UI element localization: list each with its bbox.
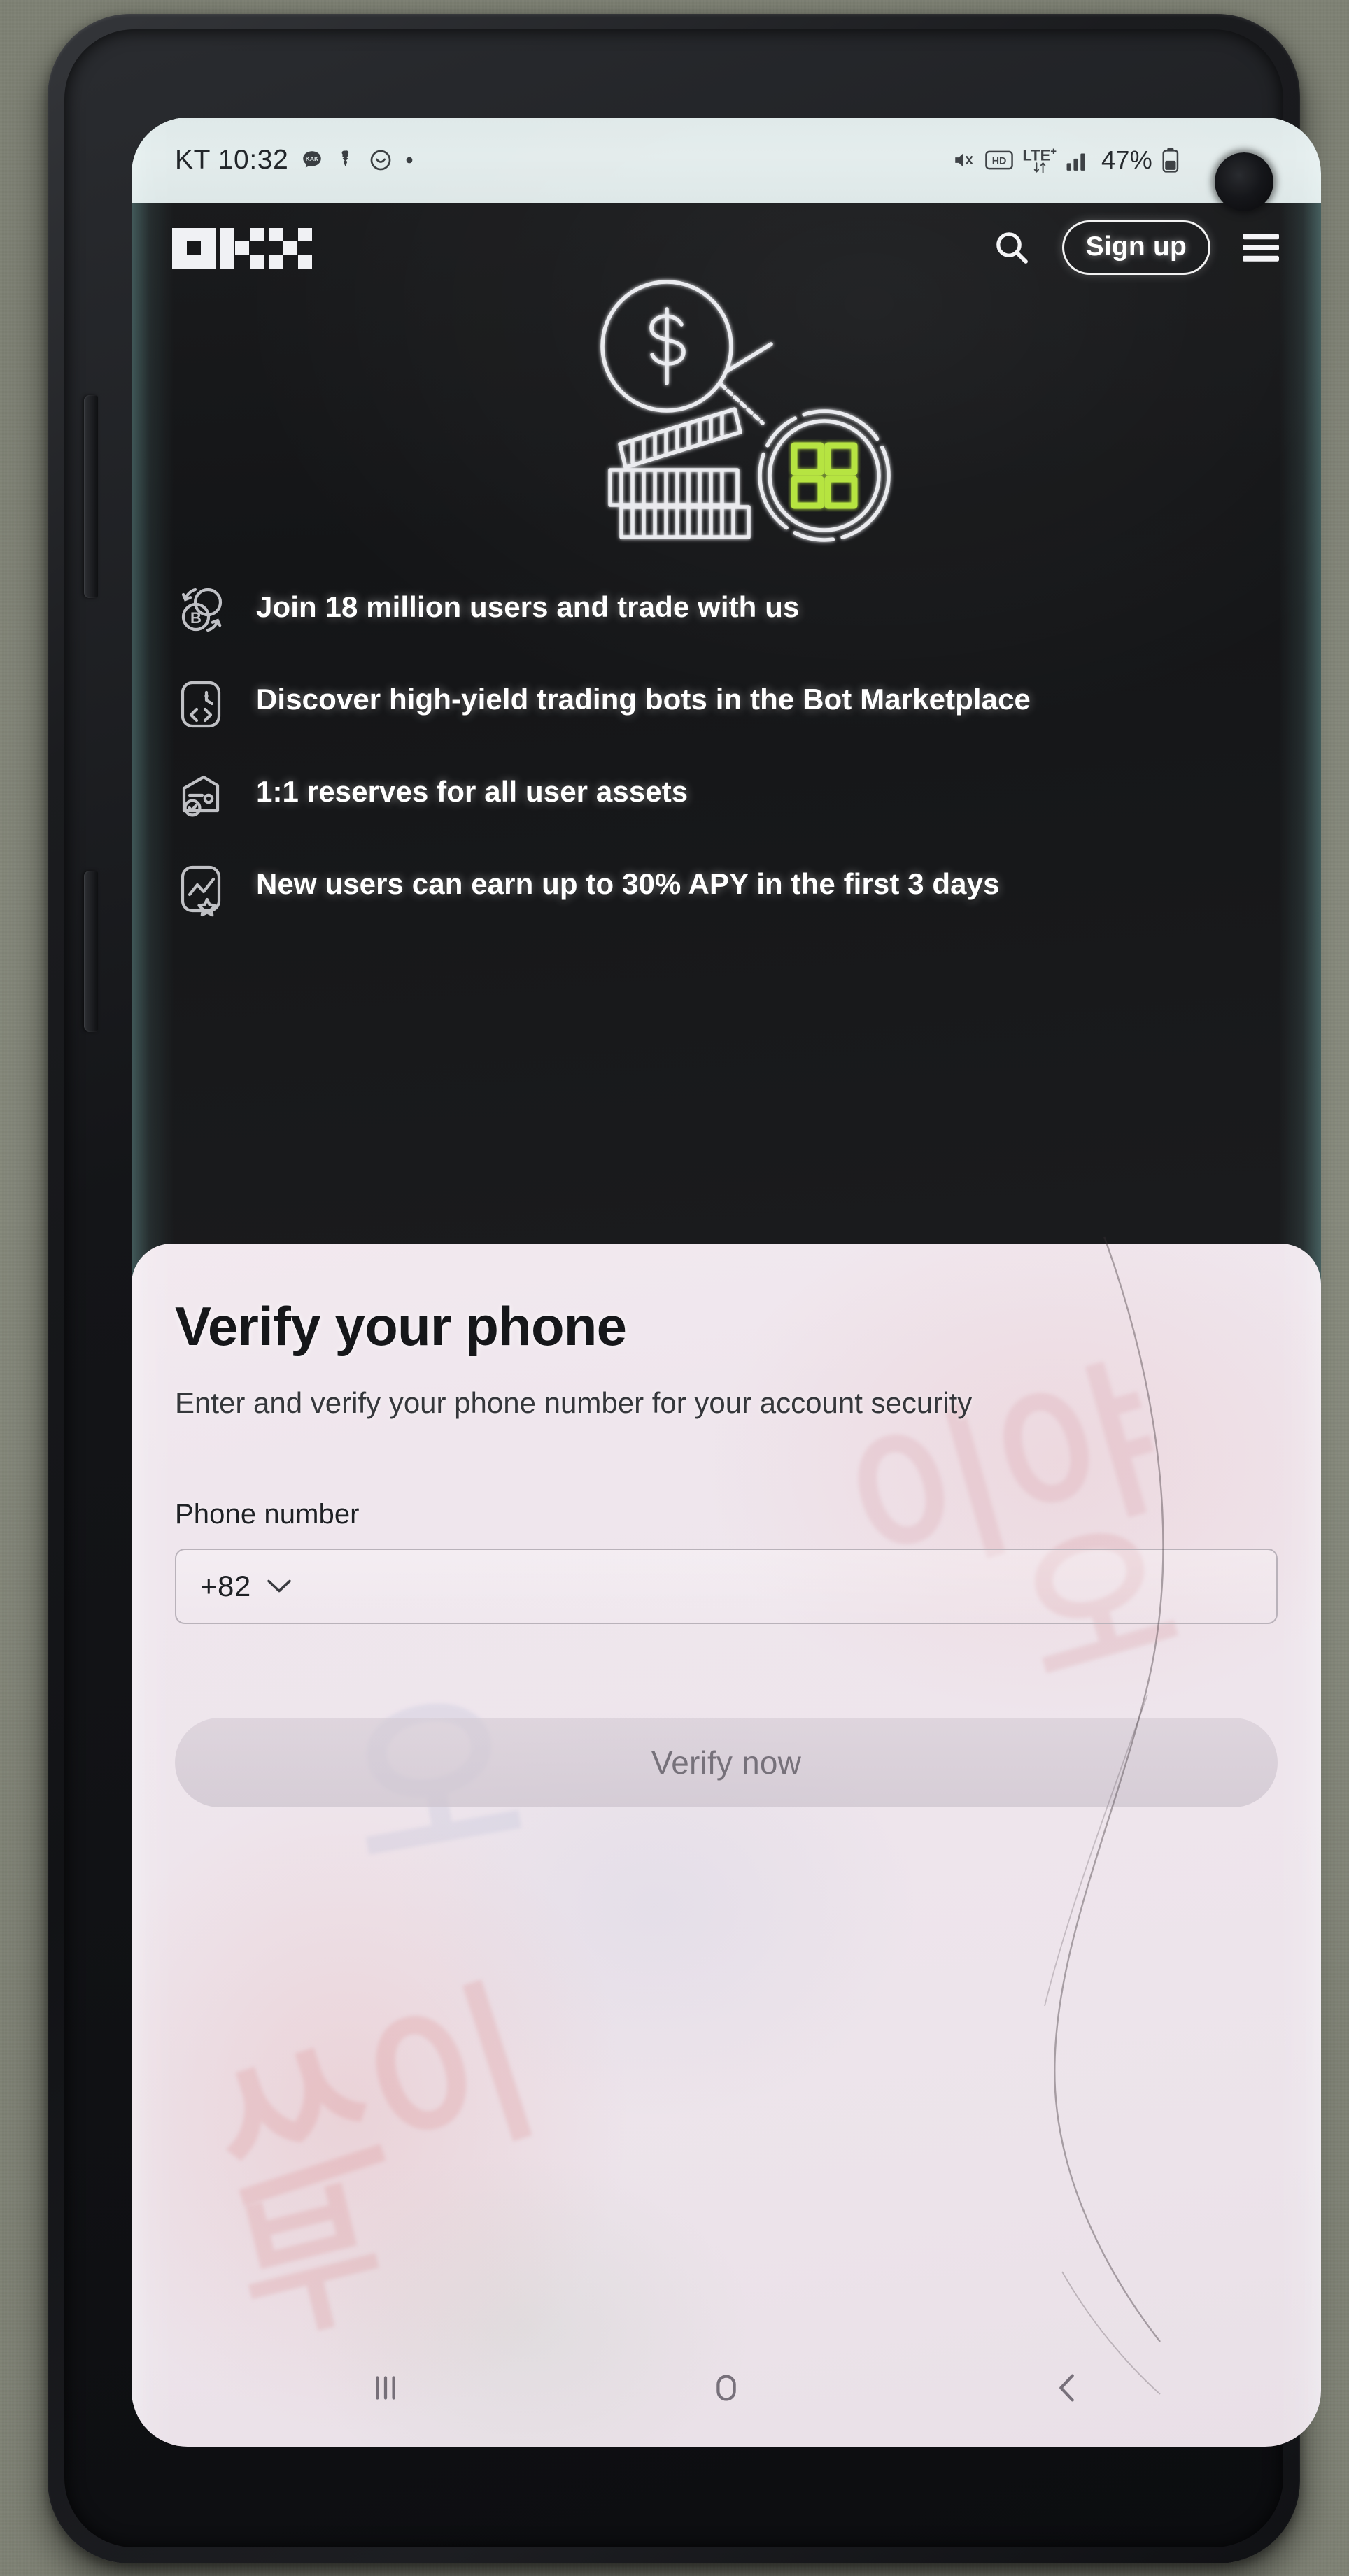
- list-item: New users can earn up to 30% APY in the …: [171, 858, 1282, 919]
- feature-label: New users can earn up to 30% APY in the …: [256, 867, 1000, 900]
- okx-logo-k: [220, 228, 264, 269]
- verify-phone-sheet: 쓰이부이야오오 Verify your phone Enter and veri…: [132, 1244, 1321, 2447]
- power-button[interactable]: [84, 871, 98, 1032]
- country-code-value[interactable]: +82: [200, 1570, 251, 1603]
- recents-bars-icon[interactable]: [323, 2349, 449, 2426]
- front-camera-punch-hole: [1215, 152, 1273, 211]
- search-icon[interactable]: [992, 228, 1031, 267]
- okx-dark-hero-section: Sign up B Join 18 million users and trad…: [132, 203, 1321, 1322]
- chevron-down-icon[interactable]: [267, 1579, 292, 1594]
- svg-text:HD: HD: [992, 156, 1007, 167]
- battery-percent-label: 47%: [1101, 145, 1152, 174]
- svg-text:KAK: KAK: [306, 155, 319, 162]
- lte-plus-sup: +: [1050, 145, 1057, 158]
- clock-circle-icon: [369, 148, 393, 172]
- list-item: Discover high-yield trading bots in the …: [171, 673, 1282, 734]
- phone-number-label: Phone number: [175, 1498, 360, 1530]
- page-subtitle: Enter and verify your phone number for y…: [175, 1386, 973, 1420]
- chat-bubble-icon: KAK: [300, 148, 324, 172]
- green-grid-glyph: [791, 442, 858, 509]
- lte-plus-icon: LTE+: [1022, 145, 1057, 173]
- sign-up-button[interactable]: Sign up: [1061, 220, 1210, 275]
- reserve-vault-icon: [171, 767, 231, 827]
- phone-screen: KT 10:32 KAK HD LTE+ 47% Sign up B Join …: [132, 118, 1321, 2447]
- feature-label: 1:1 reserves for all user assets: [256, 775, 688, 808]
- okx-logo[interactable]: [172, 227, 312, 269]
- feature-list: B Join 18 million users and trade with u…: [132, 581, 1321, 950]
- coins-and-tokens-illustration: [544, 273, 908, 553]
- dot-icon: [404, 155, 414, 165]
- carrier-and-time: KT 10:32: [175, 145, 289, 175]
- mute-icon: [952, 148, 976, 172]
- watermark-text: 쓰이: [190, 1958, 559, 2252]
- okx-logo-o: [172, 228, 216, 269]
- home-rounded-square-icon[interactable]: [663, 2349, 789, 2426]
- list-item: B Join 18 million users and trade with u…: [171, 581, 1282, 642]
- list-item: 1:1 reserves for all user assets: [171, 765, 1282, 827]
- code-bot-icon: [171, 674, 231, 734]
- android-navigation-bar: [132, 2329, 1321, 2447]
- status-bar-left: KT 10:32 KAK: [175, 145, 414, 176]
- back-chevron-icon[interactable]: [1004, 2349, 1130, 2426]
- coin-exchange-icon: B: [171, 582, 231, 642]
- header-actions: Sign up: [992, 220, 1280, 275]
- hd-icon: HD: [985, 150, 1014, 171]
- feature-label: Join 18 million users and trade with us: [256, 590, 800, 623]
- battery-icon: [1161, 148, 1180, 173]
- phone-number-input[interactable]: [309, 1569, 1252, 1603]
- sheet-content: Verify your phone Enter and verify your …: [175, 1297, 1278, 1807]
- download-icon: [336, 148, 357, 172]
- feature-label: Discover high-yield trading bots in the …: [256, 683, 1031, 716]
- phone-case: KT 10:32 KAK HD LTE+ 47% Sign up B Join …: [48, 14, 1321, 2563]
- page-title: Verify your phone: [175, 1295, 627, 1357]
- okx-logo-x: [269, 228, 312, 269]
- svg-text:B: B: [190, 609, 202, 627]
- volume-button[interactable]: [84, 395, 98, 598]
- signal-bars-icon: [1066, 149, 1092, 171]
- verify-now-button[interactable]: Verify now: [175, 1717, 1278, 1807]
- phone-number-field[interactable]: +82: [175, 1548, 1278, 1624]
- hamburger-menu-icon[interactable]: [1241, 232, 1280, 264]
- chart-star-icon: [171, 859, 231, 919]
- status-bar: KT 10:32 KAK HD LTE+ 47%: [132, 118, 1321, 203]
